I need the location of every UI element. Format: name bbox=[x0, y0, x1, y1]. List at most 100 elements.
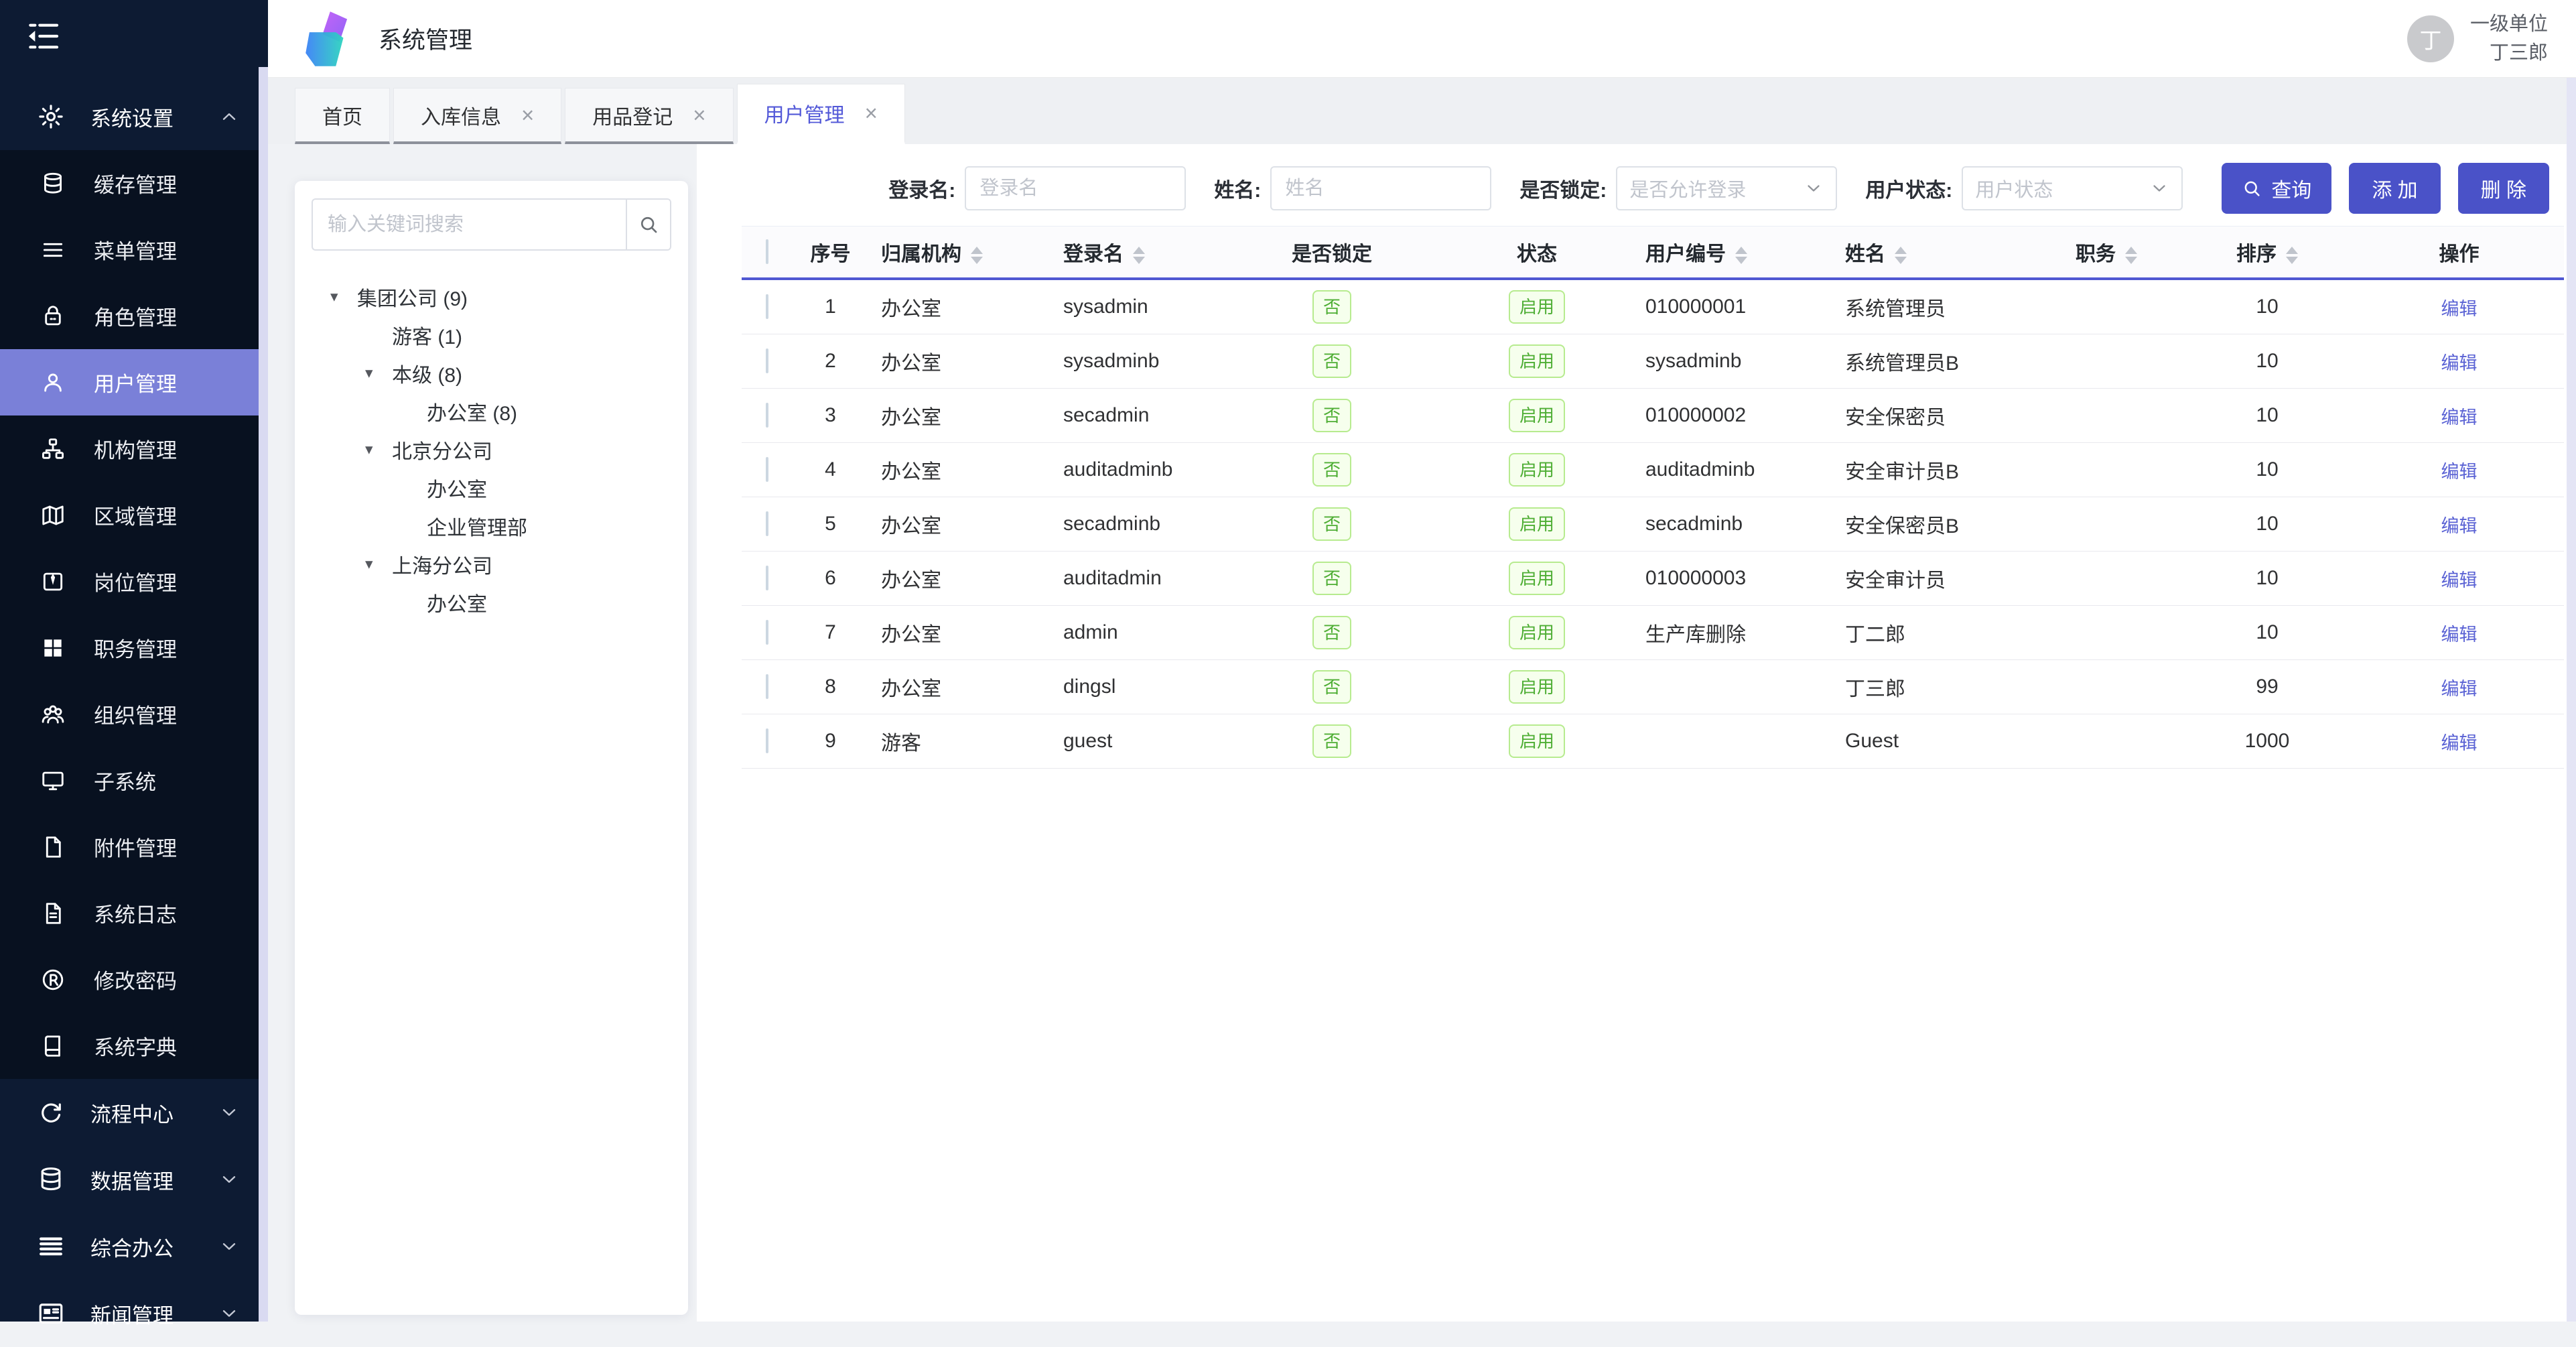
row-checkbox[interactable] bbox=[766, 728, 768, 753]
cell-status: 启用 bbox=[1443, 660, 1631, 714]
sidebar-item-user[interactable]: 用户管理 bbox=[0, 349, 259, 415]
column-header-org[interactable]: 归属机构 bbox=[869, 227, 1033, 279]
sidebar-item-duty[interactable]: 职务管理 bbox=[0, 615, 259, 681]
sidebar-item-region[interactable]: 区域管理 bbox=[0, 482, 259, 548]
tree-node[interactable]: ▾办公室 (8) bbox=[312, 392, 671, 430]
tree-node[interactable]: ▾游客 (1) bbox=[312, 316, 671, 354]
tab-stock-in[interactable]: 入库信息 × bbox=[393, 88, 561, 144]
sidebar-item-password[interactable]: 修改密码 bbox=[0, 946, 259, 1013]
column-header-sort[interactable]: 排序 bbox=[2180, 227, 2354, 279]
sidebar-item-role[interactable]: 角色管理 bbox=[0, 283, 259, 349]
login-filter-input[interactable] bbox=[965, 166, 1186, 210]
sidebar-scrollbar[interactable] bbox=[259, 67, 268, 1322]
sidebar-group-data-management[interactable]: 数据管理 bbox=[0, 1146, 259, 1213]
sidebar-item-subsystem[interactable]: 子系统 bbox=[0, 747, 259, 814]
tab-home[interactable]: 首页 bbox=[295, 88, 390, 144]
tree-node[interactable]: ▾北京分公司 bbox=[312, 430, 671, 468]
status-filter-select[interactable]: 用户状态 bbox=[1962, 166, 2183, 210]
grid-icon bbox=[40, 635, 66, 661]
sidebar-group-office[interactable]: 综合办公 bbox=[0, 1213, 259, 1280]
menu-fold-icon[interactable] bbox=[24, 17, 62, 55]
tab-supplies[interactable]: 用品登记× bbox=[565, 88, 733, 144]
close-icon[interactable]: × bbox=[521, 104, 534, 126]
chevron-down-icon bbox=[1804, 178, 1824, 198]
edit-link[interactable]: 编辑 bbox=[2441, 516, 2478, 536]
row-checkbox[interactable] bbox=[766, 457, 768, 482]
sidebar-item-attachment[interactable]: 附件管理 bbox=[0, 814, 259, 880]
tree-node[interactable]: ▾办公室 bbox=[312, 583, 671, 621]
query-button[interactable]: 查询 bbox=[2222, 163, 2331, 214]
delete-button[interactable]: 删 除 bbox=[2458, 163, 2549, 214]
sort-icon[interactable] bbox=[971, 247, 983, 264]
sort-icon[interactable] bbox=[1895, 247, 1907, 264]
close-icon[interactable]: × bbox=[693, 104, 705, 126]
sidebar-group-system-settings[interactable]: 系统设置 bbox=[0, 83, 259, 150]
sidebar-item-cache[interactable]: 缓存管理 bbox=[0, 150, 259, 216]
recycle-icon bbox=[37, 1098, 65, 1127]
database-icon bbox=[37, 1165, 65, 1194]
edit-link[interactable]: 编辑 bbox=[2441, 407, 2478, 428]
add-button[interactable]: 添 加 bbox=[2349, 163, 2440, 214]
tab-label: 入库信息 bbox=[421, 101, 501, 130]
close-icon[interactable]: × bbox=[865, 102, 878, 124]
edit-link[interactable]: 编辑 bbox=[2441, 733, 2478, 753]
row-checkbox[interactable] bbox=[766, 403, 768, 428]
tree-node[interactable]: ▾本级 (8) bbox=[312, 354, 671, 392]
row-checkbox[interactable] bbox=[766, 566, 768, 590]
tree-search-button[interactable] bbox=[626, 200, 670, 249]
row-checkbox[interactable] bbox=[766, 348, 768, 373]
edit-link[interactable]: 编辑 bbox=[2441, 679, 2478, 699]
name-filter-input[interactable] bbox=[1270, 166, 1491, 210]
sidebar-group-process-center[interactable]: 流程中心 bbox=[0, 1079, 259, 1146]
avatar[interactable]: 丁 bbox=[2407, 15, 2454, 62]
locked-filter-select[interactable]: 是否允许登录 bbox=[1616, 166, 1837, 210]
tree-search-input[interactable] bbox=[313, 200, 626, 249]
header-user-area[interactable]: 丁 一级单位 丁三郎 bbox=[2407, 15, 2576, 63]
tree-expand-caret-icon[interactable]: ▾ bbox=[365, 555, 392, 573]
filter-locked-label: 是否锁定: bbox=[1519, 174, 1607, 203]
cell-seq: 1 bbox=[792, 279, 869, 334]
tree-expand-caret-icon[interactable]: ▾ bbox=[365, 440, 392, 458]
row-checkbox[interactable] bbox=[766, 294, 768, 319]
tree-node[interactable]: ▾办公室 bbox=[312, 468, 671, 507]
sidebar-item-dict[interactable]: 系统字典 bbox=[0, 1013, 259, 1079]
sidebar-item-organization[interactable]: 组织管理 bbox=[0, 681, 259, 747]
sort-icon[interactable] bbox=[1735, 247, 1747, 264]
sort-icon[interactable] bbox=[2125, 247, 2137, 264]
row-checkbox[interactable] bbox=[766, 511, 768, 536]
tree-node[interactable]: ▾上海分公司 bbox=[312, 545, 671, 583]
select-all-checkbox[interactable] bbox=[766, 239, 768, 264]
tree-node[interactable]: ▾企业管理部 bbox=[312, 507, 671, 545]
cell-name: 安全保密员B bbox=[1832, 497, 2033, 552]
sidebar-item-menu[interactable]: 菜单管理 bbox=[0, 216, 259, 283]
edit-link[interactable]: 编辑 bbox=[2441, 353, 2478, 373]
column-header-login[interactable]: 登录名 bbox=[1033, 227, 1221, 279]
tab-user-mgmt[interactable]: 用户管理× bbox=[737, 84, 905, 144]
row-checkbox[interactable] bbox=[766, 620, 768, 645]
status-badge: 否 bbox=[1312, 616, 1351, 650]
edit-link[interactable]: 编辑 bbox=[2441, 570, 2478, 590]
sidebar-item-post[interactable]: 岗位管理 bbox=[0, 548, 259, 615]
column-header-name[interactable]: 姓名 bbox=[1832, 227, 2033, 279]
tree-expand-caret-icon[interactable]: ▾ bbox=[330, 287, 357, 306]
sort-icon[interactable] bbox=[1133, 247, 1145, 264]
row-checkbox[interactable] bbox=[766, 674, 768, 699]
edit-link[interactable]: 编辑 bbox=[2441, 625, 2478, 645]
sidebar-item-org[interactable]: 机构管理 bbox=[0, 415, 259, 482]
sidebar-item-syslog[interactable]: 系统日志 bbox=[0, 880, 259, 946]
column-header-user_no[interactable]: 用户编号 bbox=[1631, 227, 1832, 279]
edit-link[interactable]: 编辑 bbox=[2441, 462, 2478, 482]
tree-node-label: 上海分公司 bbox=[392, 550, 492, 579]
column-header-duty[interactable]: 职务 bbox=[2033, 227, 2180, 279]
sidebar-group-news[interactable]: 新闻管理 bbox=[0, 1280, 259, 1347]
edit-link[interactable]: 编辑 bbox=[2441, 299, 2478, 319]
tree-expand-caret-icon[interactable]: ▾ bbox=[365, 364, 392, 382]
sidebar-submenu: 缓存管理菜单管理角色管理用户管理机构管理区域管理岗位管理职务管理组织管理子系统附… bbox=[0, 150, 259, 1079]
page-scrollbar[interactable] bbox=[2567, 78, 2576, 1322]
cell-sort: 10 bbox=[2180, 606, 2354, 660]
sort-icon[interactable] bbox=[2286, 247, 2298, 264]
sidebar-group-label: 系统设置 bbox=[90, 102, 174, 132]
tree-node[interactable]: ▾集团公司 (9) bbox=[312, 277, 671, 316]
status-badge: 启用 bbox=[1509, 453, 1565, 487]
column-label: 登录名 bbox=[1063, 243, 1124, 265]
